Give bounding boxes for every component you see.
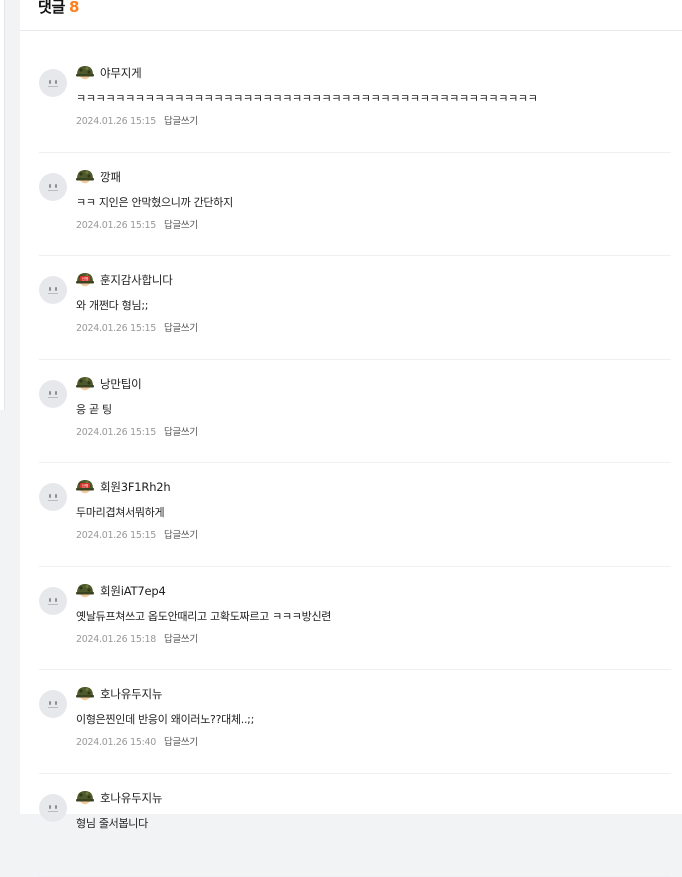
avatar-mouth (48, 707, 58, 708)
avatar-eye-right (55, 80, 57, 84)
comment-author[interactable]: 야무지게 (100, 65, 142, 81)
avatar-mouth (48, 811, 58, 812)
comment-text: 이형은찐인데 반응이 왜이러노??대체..;; (76, 711, 254, 727)
avatar-eye-left (49, 598, 51, 602)
avatar[interactable] (39, 587, 67, 615)
helmet-icon: 신병 (75, 63, 95, 83)
comment-meta: 2024.01.26 15:15 답글쓰기 (76, 424, 198, 438)
comment-author[interactable]: 호나유두지뉴 (100, 790, 162, 806)
comment-author[interactable]: 훈지감사합니다 (100, 272, 173, 288)
avatar-eye-right (55, 598, 57, 602)
comment-meta: 2024.01.26 15:15 답글쓰기 (76, 113, 198, 127)
comments-title: 댓글8 (38, 0, 79, 17)
comment-timestamp: 2024.01.26 15:15 (76, 427, 156, 438)
comment-item: 신병 훈지감사합니다 와 개쩐다 형님;; 2024.01.26 15:15 답글… (39, 256, 671, 360)
recruit-helmet-icon: 신병 (75, 477, 95, 497)
avatar-eye-right (55, 287, 57, 291)
avatar[interactable] (39, 380, 67, 408)
svg-text:신병: 신병 (82, 483, 89, 488)
comment-list: 신병 야무지게 ㅋㅋㅋㅋㅋㅋㅋㅋㅋㅋㅋㅋㅋㅋㅋㅋㅋㅋㅋㅋㅋㅋㅋㅋㅋㅋㅋㅋㅋㅋㅋㅋ… (20, 49, 682, 877)
recruit-helmet-icon: 신병 (75, 270, 95, 290)
comment-text: 옛날듀프쳐쓰고 옵도안때리고 고확도짜르고 ㅋㅋㅋ방신련 (76, 608, 331, 624)
comment-text: ㅋㅋㅋㅋㅋㅋㅋㅋㅋㅋㅋㅋㅋㅋㅋㅋㅋㅋㅋㅋㅋㅋㅋㅋㅋㅋㅋㅋㅋㅋㅋㅋㅋㅋㅋㅋㅋㅋㅋㅋ… (76, 90, 538, 106)
avatar[interactable] (39, 173, 67, 201)
reply-button[interactable]: 답글쓰기 (164, 427, 198, 438)
reply-button[interactable]: 답글쓰기 (164, 737, 198, 748)
comment-text: 응 곧 팅 (76, 401, 112, 417)
helmet-icon: 신병 (75, 684, 95, 704)
comment-item: 신병 호나유두지뉴 이형은찐인데 반응이 왜이러노??대체..;; 2024.0… (39, 670, 671, 774)
avatar-mouth (48, 86, 58, 87)
comments-title-label: 댓글 (38, 0, 65, 16)
comment-text: 형님 줄서봅니다 (76, 815, 148, 831)
comment-timestamp: 2024.01.26 15:15 (76, 530, 156, 541)
avatar-eye-left (49, 287, 51, 291)
comment-text: 두마리겹쳐서뭐하게 (76, 504, 164, 520)
reply-button[interactable]: 답글쓰기 (164, 634, 198, 645)
comment-meta: 2024.01.26 15:15 답글쓰기 (76, 217, 198, 231)
left-rail (0, 0, 5, 410)
comment-author[interactable]: 회원iAT7ep4 (100, 583, 166, 599)
avatar-mouth (48, 604, 58, 605)
helmet-icon: 신병 (75, 581, 95, 601)
comment-meta: 2024.01.26 15:40 답글쓰기 (76, 734, 198, 748)
avatar-eye-right (55, 494, 57, 498)
comment-count: 8 (69, 0, 79, 16)
avatar-eye-left (49, 391, 51, 395)
comment-author[interactable]: 낭만팁이 (100, 376, 142, 392)
avatar-mouth (48, 190, 58, 191)
reply-button[interactable]: 답글쓰기 (164, 323, 198, 334)
reply-button[interactable]: 답글쓰기 (164, 530, 198, 541)
comment-timestamp: 2024.01.26 15:15 (76, 116, 156, 127)
comment-item: 신병 낭만팁이 응 곧 팅 2024.01.26 15:15 답글쓰기 (39, 360, 671, 464)
comments-header: 댓글8 (20, 0, 682, 31)
comment-item: 신병 깡패 ㅋㅋ 지인은 안막혔으니까 간단하지 2024.01.26 15:1… (39, 153, 671, 257)
comment-author[interactable]: 호나유두지뉴 (100, 686, 162, 702)
avatar-eye-left (49, 494, 51, 498)
avatar-eye-right (55, 701, 57, 705)
helmet-icon: 신병 (75, 374, 95, 394)
avatar[interactable] (39, 69, 67, 97)
avatar-eye-right (55, 184, 57, 188)
comment-author[interactable]: 회원3F1Rh2h (100, 479, 171, 495)
reply-button[interactable]: 답글쓰기 (164, 220, 198, 231)
avatar[interactable] (39, 690, 67, 718)
comment-item: 신병 회원3F1Rh2h 두마리겹쳐서뭐하게 2024.01.26 15:15 답… (39, 463, 671, 567)
avatar[interactable] (39, 483, 67, 511)
comment-timestamp: 2024.01.26 15:15 (76, 323, 156, 334)
comment-meta: 2024.01.26 15:18 답글쓰기 (76, 631, 198, 645)
avatar[interactable] (39, 794, 67, 822)
comment-item: 신병 회원iAT7ep4 옛날듀프쳐쓰고 옵도안때리고 고확도짜르고 ㅋㅋㅋ방신… (39, 567, 671, 671)
comment-text: 와 개쩐다 형님;; (76, 297, 148, 313)
avatar-eye-left (49, 80, 51, 84)
comment-timestamp: 2024.01.26 15:15 (76, 220, 156, 231)
comment-author[interactable]: 깡패 (100, 169, 121, 185)
comment-text: ㅋㅋ 지인은 안막혔으니까 간단하지 (76, 194, 233, 210)
comment-item: 신병 호나유두지뉴 형님 줄서봅니다 (39, 774, 671, 877)
comment-meta: 2024.01.26 15:15 답글쓰기 (76, 527, 198, 541)
avatar-mouth (48, 500, 58, 501)
comment-item: 신병 야무지게 ㅋㅋㅋㅋㅋㅋㅋㅋㅋㅋㅋㅋㅋㅋㅋㅋㅋㅋㅋㅋㅋㅋㅋㅋㅋㅋㅋㅋㅋㅋㅋㅋ… (39, 49, 671, 153)
reply-button[interactable]: 답글쓰기 (164, 116, 198, 127)
comments-panel: 댓글8 신병 야무지게 ㅋㅋㅋㅋㅋㅋㅋㅋㅋㅋㅋㅋㅋㅋㅋㅋㅋㅋㅋㅋㅋㅋㅋㅋㅋㅋㅋㅋ… (20, 0, 682, 814)
avatar-eye-right (55, 805, 57, 809)
avatar-eye-right (55, 391, 57, 395)
avatar-eye-left (49, 805, 51, 809)
svg-text:신병: 신병 (82, 276, 89, 281)
avatar[interactable] (39, 276, 67, 304)
helmet-icon: 신병 (75, 167, 95, 187)
avatar-eye-left (49, 701, 51, 705)
comment-meta: 2024.01.26 15:15 답글쓰기 (76, 320, 198, 334)
helmet-icon: 신병 (75, 788, 95, 808)
comment-timestamp: 2024.01.26 15:18 (76, 634, 156, 645)
avatar-eye-left (49, 184, 51, 188)
avatar-mouth (48, 293, 58, 294)
comment-timestamp: 2024.01.26 15:40 (76, 737, 156, 748)
avatar-mouth (48, 397, 58, 398)
